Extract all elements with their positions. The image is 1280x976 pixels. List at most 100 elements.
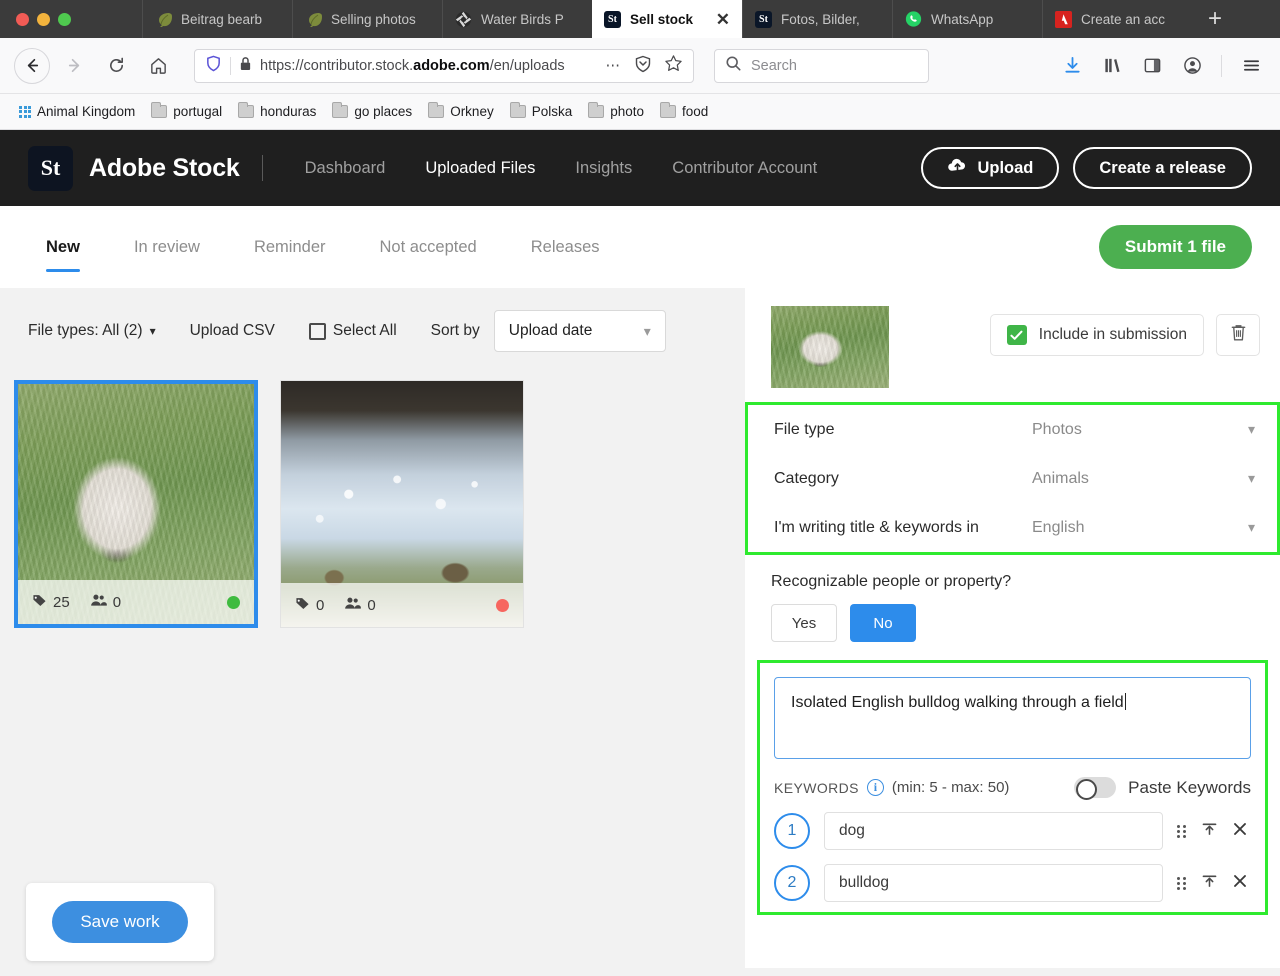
browser-tab-0[interactable]: Beitrag bearb [142,0,292,38]
pocket-icon[interactable] [634,55,652,77]
sort-by-select[interactable]: Upload date ▾ [493,310,666,352]
toggle-switch[interactable] [1074,777,1117,800]
checkbox-icon [308,322,326,340]
bookmark-food[interactable]: food [653,101,715,122]
account-icon[interactable] [1177,51,1207,81]
file-types-filter[interactable]: File types: All (2) ▾ [28,322,156,340]
bookmark-portugal[interactable]: portugal [144,101,229,122]
bookmark-polska[interactable]: Polska [503,101,580,122]
browser-tab-4[interactable]: St Fotos, Bilder, [742,0,892,38]
tab-not-accepted[interactable]: Not accepted [353,206,504,288]
menu-hamburger-icon[interactable] [1236,51,1266,81]
bookmark-photo[interactable]: photo [581,101,651,122]
nav-item-insights[interactable]: Insights [555,159,652,178]
toolbar-divider [1221,54,1222,77]
chevron-down-icon: ▾ [1247,470,1255,486]
title-input[interactable]: Isolated English bulldog walking through… [774,677,1251,759]
people-icon [90,593,107,611]
category-value: Animals [1032,469,1089,487]
move-to-top-icon[interactable] [1202,822,1217,841]
create-release-button[interactable]: Create a release [1073,147,1252,189]
aperture-icon [455,11,472,28]
tab-reminder[interactable]: Reminder [227,206,353,288]
move-to-top-icon[interactable] [1202,874,1217,893]
new-tab-button[interactable]: + [1192,0,1238,38]
header-actions: Upload Create a release [921,147,1252,189]
file-grid: 25 0 0 0 [0,352,745,628]
chevron-down-icon: ▾ [643,322,651,339]
shield-icon[interactable] [205,55,222,76]
tab-title: Selling photos [331,11,416,27]
browser-search-bar[interactable]: Search [714,48,929,83]
nav-item-dashboard[interactable]: Dashboard [285,159,406,178]
adobe-stock-logo-icon[interactable]: St [28,145,73,191]
delete-file-button[interactable] [1216,314,1260,356]
file-card-1[interactable]: 0 0 [280,380,524,628]
title-text: Isolated English bulldog walking through… [791,694,1124,711]
paste-keywords-toggle[interactable]: Paste Keywords [1074,777,1251,800]
text-caret [1124,693,1126,710]
keyword-input[interactable]: bulldog [824,864,1163,902]
back-icon[interactable] [14,47,50,84]
folder-icon [509,102,526,118]
library-icon[interactable] [1097,51,1127,81]
browser-navigation-bar: https://contributor.stock.adobe.com/en/u… [0,38,1280,94]
tab-releases[interactable]: Releases [504,206,627,288]
browser-tab-6[interactable]: Create an acc [1042,0,1192,38]
bookmark-go-places[interactable]: go places [325,101,419,122]
file-meta: 25 0 [18,580,254,624]
url-bar[interactable]: https://contributor.stock.adobe.com/en/u… [194,48,694,83]
downloads-icon[interactable] [1057,51,1087,81]
bookmark-animal-kingdom[interactable]: Animal Kingdom [12,101,142,122]
browser-tab-2[interactable]: Water Birds P [442,0,592,38]
close-icon[interactable]: ✕ [714,11,730,28]
browser-tab-5[interactable]: WhatsApp [892,0,1042,38]
recognizable-no-button[interactable]: No [850,604,916,642]
recognizable-yes-button[interactable]: Yes [771,604,837,642]
reload-icon[interactable] [98,48,134,84]
forward-icon[interactable] [56,48,92,84]
remove-keyword-icon[interactable] [1233,874,1247,893]
tab-new[interactable]: New [28,206,107,288]
upload-csv-button[interactable]: Upload CSV [190,322,275,340]
bookmark-star-icon[interactable] [664,54,683,77]
sidebar-icon[interactable] [1137,51,1167,81]
file-meta: 0 0 [281,583,523,627]
check-icon [1006,325,1027,345]
category-row[interactable]: Category Animals ▾ [748,454,1277,503]
language-row[interactable]: I'm writing title & keywords in English … [748,503,1277,552]
main-content: File types: All (2) ▾ Upload CSV Select … [0,288,1280,968]
browser-tab-1[interactable]: Selling photos [292,0,442,38]
save-work-button[interactable]: Save work [52,901,188,943]
keyword-input[interactable]: dog [824,812,1163,850]
include-in-submission-checkbox[interactable]: Include in submission [989,314,1204,356]
tab-in-review[interactable]: In review [107,206,227,288]
close-window-button[interactable] [16,12,29,26]
minimize-window-button[interactable] [37,12,50,26]
maximize-window-button[interactable] [58,12,71,26]
details-header: Include in submission [745,288,1280,402]
nav-item-uploaded-files[interactable]: Uploaded Files [405,159,555,178]
chevron-down-icon: ▾ [1247,421,1255,437]
file-type-row[interactable]: File type Photos ▾ [748,405,1277,454]
browser-tab-3-active[interactable]: St Sell stock ✕ [592,0,742,38]
info-icon[interactable]: i [866,779,884,796]
file-type-value: Photos [1032,420,1082,438]
file-card-0[interactable]: 25 0 [14,380,258,628]
page-actions-icon[interactable]: ⋯ [606,58,623,74]
file-details-pane: Include in submission File type Photos ▾… [745,288,1280,968]
bookmark-honduras[interactable]: honduras [231,101,323,122]
drag-handle-icon[interactable] [1177,824,1186,838]
window-controls [0,0,142,38]
status-tabs: New In review Reminder Not accepted Rele… [0,206,1280,288]
drag-handle-icon[interactable] [1177,876,1186,890]
remove-keyword-icon[interactable] [1233,822,1247,841]
apps-grid-icon [19,105,31,118]
bookmark-orkney[interactable]: Orkney [421,101,501,122]
upload-button[interactable]: Upload [921,147,1060,189]
submit-files-button[interactable]: Submit 1 file [1098,225,1252,269]
nav-item-contributor-account[interactable]: Contributor Account [652,159,837,178]
home-icon[interactable] [140,48,176,84]
select-all-checkbox[interactable]: Select All [308,322,397,340]
bookmark-label: go places [354,104,413,119]
